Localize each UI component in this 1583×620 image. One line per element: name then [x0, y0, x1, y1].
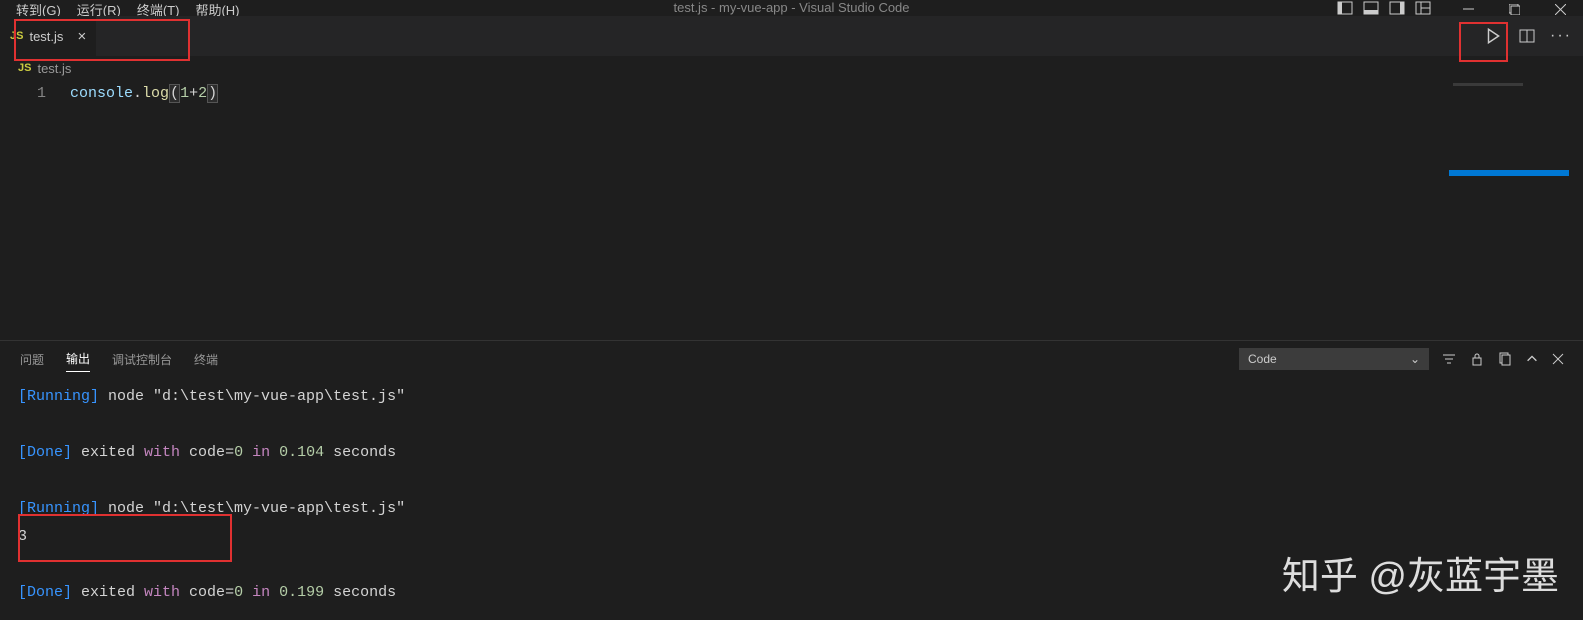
editor-tabbar: JS test.js × ···	[0, 16, 1583, 56]
output-channel-select[interactable]: Code ⌄	[1239, 348, 1429, 370]
split-editor-icon[interactable]	[1515, 24, 1539, 48]
line-number: 1	[0, 82, 46, 106]
breadcrumb-file: test.js	[37, 61, 71, 76]
output-content[interactable]: [Running] node "d:\test\my-vue-app\test.…	[0, 377, 1583, 613]
output-line: [Running] node "d:\test\my-vue-app\test.…	[18, 495, 1565, 523]
chevron-down-icon: ⌄	[1410, 352, 1420, 366]
bottom-panel: 问题 输出 调试控制台 终端 Code ⌄ [Running] node "d:…	[0, 340, 1583, 613]
panel-tab-output[interactable]: 输出	[66, 346, 90, 372]
tab-label: test.js	[29, 29, 63, 44]
code-content[interactable]: console.log(1+2)	[70, 80, 1583, 340]
panel-maximize-icon[interactable]	[1525, 352, 1539, 366]
filter-icon[interactable]	[1441, 351, 1457, 367]
output-line: [Running] node "d:\test\my-vue-app\test.…	[18, 383, 1565, 411]
output-line: [Done] exited with code=0 in 0.104 secon…	[18, 439, 1565, 467]
panel-tab-terminal[interactable]: 终端	[194, 347, 218, 372]
run-code-button[interactable]	[1481, 24, 1505, 48]
window-title: test.js - my-vue-app - Visual Studio Cod…	[673, 0, 909, 15]
editor-scrollbar[interactable]	[1569, 80, 1583, 340]
output-line	[18, 551, 1565, 579]
panel-tab-problems[interactable]: 问题	[20, 347, 44, 372]
output-line	[18, 411, 1565, 439]
output-line	[18, 467, 1565, 495]
output-line: [Done] exited with code=0 in 0.199 secon…	[18, 579, 1565, 607]
more-actions-icon[interactable]: ···	[1549, 24, 1573, 48]
panel-tab-debug-console[interactable]: 调试控制台	[112, 347, 172, 372]
js-file-icon: JS	[18, 62, 31, 74]
breadcrumb[interactable]: JS test.js	[0, 56, 1583, 80]
js-file-icon: JS	[10, 30, 23, 42]
minimap[interactable]	[1447, 80, 1567, 340]
clear-output-icon[interactable]	[1497, 351, 1513, 367]
panel-close-icon[interactable]	[1551, 352, 1565, 366]
lock-scroll-icon[interactable]	[1469, 351, 1485, 367]
code-editor[interactable]: 1 console.log(1+2)	[0, 80, 1583, 340]
tab-testjs[interactable]: JS test.js ×	[0, 16, 96, 56]
tab-close-icon[interactable]: ×	[77, 28, 86, 45]
output-channel-label: Code	[1248, 352, 1277, 366]
panel-tabs: 问题 输出 调试控制台 终端 Code ⌄	[0, 341, 1583, 377]
menubar: 转到(G) 运行(R) 终端(T) 帮助(H) test.js - my-vue…	[0, 0, 1583, 16]
output-line: 3	[18, 523, 1565, 551]
code-line-1: console.log(1+2)	[70, 82, 1583, 106]
line-gutter: 1	[0, 80, 70, 340]
